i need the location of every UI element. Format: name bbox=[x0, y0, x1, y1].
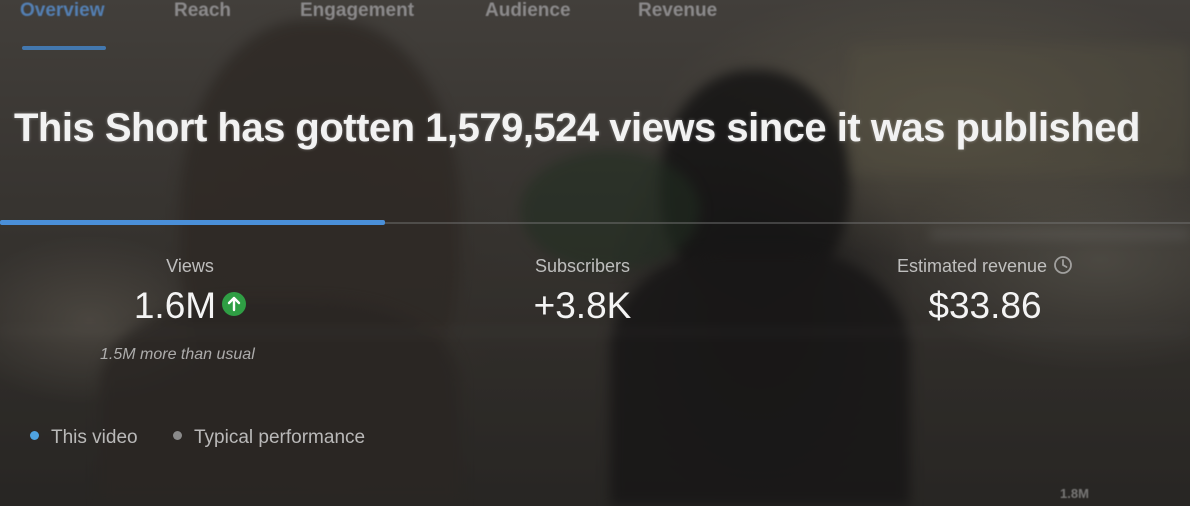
metric-card-revenue[interactable]: Estimated revenue $33.86 bbox=[870, 256, 1100, 327]
tab-bar: Overview Reach Engagement Audience Reven… bbox=[0, 0, 1190, 60]
tab-overview[interactable]: Overview bbox=[20, 0, 105, 22]
legend-dot-icon bbox=[30, 431, 39, 441]
metric-value-subscribers: +3.8K bbox=[533, 285, 632, 326]
metric-card-subscribers[interactable]: Subscribers +3.8K bbox=[500, 256, 665, 327]
legend-label: This video bbox=[51, 427, 138, 448]
metric-value-views-row: 1.6M bbox=[110, 285, 270, 327]
analytics-overlay: Overview Reach Engagement Audience Reven… bbox=[0, 0, 1190, 506]
tab-engagement[interactable]: Engagement bbox=[300, 0, 414, 22]
chart-axis-label: 1.8M bbox=[1060, 486, 1089, 501]
tab-reach[interactable]: Reach bbox=[174, 0, 231, 22]
metric-card-views[interactable]: Views 1.6M bbox=[110, 256, 270, 327]
legend-item-this-video[interactable]: This video bbox=[30, 427, 138, 449]
metric-label-subscribers: Subscribers bbox=[534, 256, 631, 276]
arrow-up-icon bbox=[222, 292, 247, 317]
clock-icon[interactable] bbox=[1053, 255, 1073, 275]
metric-label-revenue-row: Estimated revenue bbox=[870, 256, 1100, 277]
tab-audience[interactable]: Audience bbox=[485, 0, 571, 22]
legend-dot-icon bbox=[173, 431, 182, 441]
page-title: This Short has gotten 1,579,524 views si… bbox=[14, 106, 1140, 150]
legend-item-typical-performance[interactable]: Typical performance bbox=[173, 427, 365, 449]
metric-note-views: 1.5M more than usual bbox=[100, 346, 255, 363]
selected-metric-indicator bbox=[0, 220, 385, 225]
tab-revenue[interactable]: Revenue bbox=[638, 0, 717, 22]
metric-value-views: 1.6M bbox=[133, 285, 217, 326]
legend-label: Typical performance bbox=[194, 427, 366, 448]
active-tab-indicator bbox=[22, 46, 106, 50]
metric-label-revenue: Estimated revenue bbox=[896, 256, 1048, 276]
metric-value-revenue: $33.86 bbox=[928, 285, 1042, 327]
metric-label-views: Views bbox=[166, 256, 214, 276]
